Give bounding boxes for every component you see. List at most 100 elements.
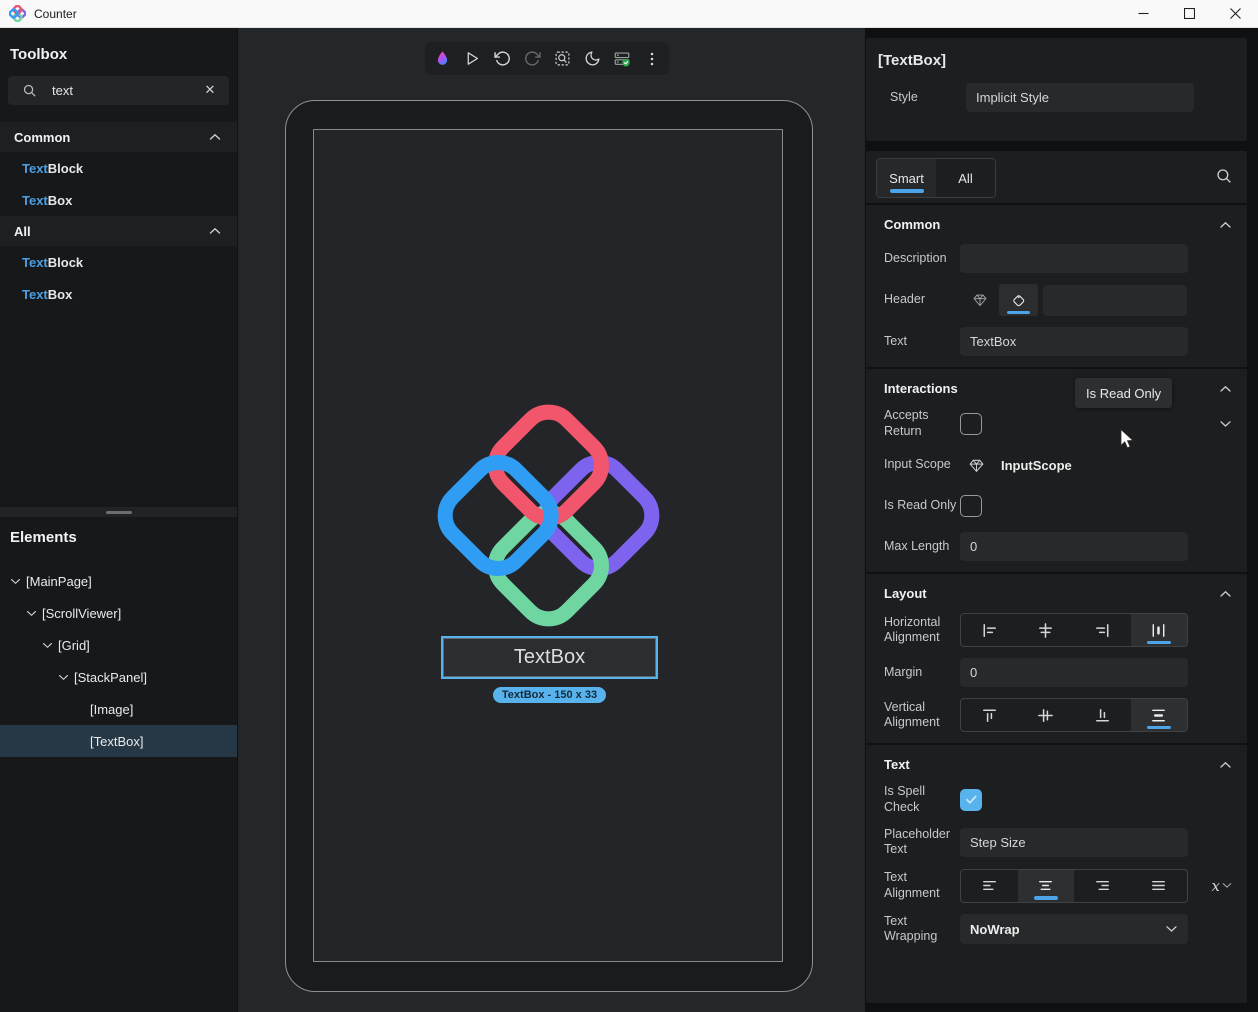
placeholder-text-label: Placeholder Text bbox=[884, 827, 960, 858]
tab-smart[interactable]: Smart bbox=[877, 159, 936, 197]
tree-item-scrollviewer[interactable]: [ScrollViewer] bbox=[0, 597, 237, 629]
window-title: Counter bbox=[34, 7, 77, 21]
properties-search-button[interactable] bbox=[1215, 167, 1233, 185]
panel-splitter[interactable] bbox=[0, 507, 237, 517]
chevron-down-icon[interactable] bbox=[10, 578, 21, 585]
tree-item-mainpage[interactable]: [MainPage] bbox=[0, 565, 237, 597]
toolbox-section-common[interactable]: Common bbox=[0, 122, 237, 152]
stretch-h-button[interactable] bbox=[1131, 614, 1188, 646]
margin-input[interactable] bbox=[960, 658, 1188, 687]
header-binding-toggle[interactable] bbox=[960, 284, 999, 316]
titlebar: Counter bbox=[0, 0, 1258, 28]
clear-icon[interactable]: ✕ bbox=[201, 81, 219, 99]
splitter-handle-icon bbox=[106, 511, 132, 514]
more-menu-icon bbox=[644, 51, 660, 67]
mouse-cursor bbox=[1118, 428, 1136, 450]
align-left-button[interactable] bbox=[961, 614, 1018, 646]
play-button[interactable] bbox=[459, 46, 485, 72]
toolbox-item-textbox-all[interactable]: TextBox bbox=[0, 278, 237, 310]
align-bottom-button[interactable] bbox=[1074, 699, 1131, 731]
inspector-body-card: Smart All Common Descrip bbox=[866, 151, 1247, 1003]
designer-toolbar bbox=[425, 42, 669, 75]
zoom-selection-button[interactable] bbox=[549, 46, 575, 72]
more-menu-button[interactable] bbox=[639, 46, 665, 72]
variable-x-dropdown[interactable]: x bbox=[1212, 877, 1232, 895]
text-align-justify-icon bbox=[1149, 876, 1168, 895]
stretch-v-button[interactable] bbox=[1131, 699, 1188, 731]
chevron-down-icon[interactable] bbox=[42, 642, 53, 649]
section-text-header[interactable]: Text bbox=[866, 757, 1247, 772]
chevron-down-icon[interactable] bbox=[58, 674, 69, 681]
text-input[interactable] bbox=[960, 327, 1188, 356]
toolbox-item-textblock-all[interactable]: TextBlock bbox=[0, 246, 237, 278]
is-spell-check-checkbox[interactable] bbox=[960, 789, 982, 811]
text-align-right-button[interactable] bbox=[1074, 870, 1131, 902]
validation-button[interactable] bbox=[609, 46, 635, 72]
toolbox-section-all[interactable]: All bbox=[0, 216, 237, 246]
undo-button[interactable] bbox=[489, 46, 515, 72]
elements-tree: [MainPage] [ScrollViewer] [Grid] [StackP… bbox=[0, 565, 237, 757]
hot-design-flame-icon bbox=[434, 49, 451, 68]
align-center-h-button[interactable] bbox=[1018, 614, 1075, 646]
toolbox-item-textblock[interactable]: TextBlock bbox=[0, 152, 237, 184]
property-inspector: [TextBox] Style Smart All bbox=[865, 28, 1258, 1012]
description-input[interactable] bbox=[960, 244, 1188, 273]
is-read-only-checkbox[interactable] bbox=[960, 495, 982, 517]
header-label: Header bbox=[884, 292, 960, 308]
text-align-center-button[interactable] bbox=[1018, 870, 1075, 902]
toolbox-list: Common TextBlock TextBox All TextBlock bbox=[0, 122, 237, 310]
chevron-up-icon bbox=[1219, 221, 1232, 229]
chevron-up-icon bbox=[209, 133, 221, 141]
header-input[interactable] bbox=[1043, 285, 1187, 316]
section-interactions-header[interactable]: Interactions bbox=[866, 381, 1247, 396]
text-wrapping-dropdown[interactable]: NoWrap bbox=[960, 914, 1188, 944]
header-tag-toggle[interactable] bbox=[999, 284, 1038, 316]
chevron-down-icon bbox=[1222, 882, 1232, 889]
close-button[interactable] bbox=[1212, 0, 1258, 27]
close-icon bbox=[1230, 8, 1241, 19]
margin-label: Margin bbox=[884, 665, 960, 681]
check-icon bbox=[965, 794, 978, 805]
text-wrapping-label: Text Wrapping bbox=[884, 914, 960, 945]
minimize-button[interactable] bbox=[1120, 0, 1166, 27]
redo-button[interactable] bbox=[519, 46, 545, 72]
stretch-v-icon bbox=[1149, 706, 1168, 725]
chevron-down-icon bbox=[1165, 925, 1178, 933]
align-right-button[interactable] bbox=[1074, 614, 1131, 646]
is-read-only-label: Is Read Only bbox=[884, 498, 960, 514]
align-center-v-button[interactable] bbox=[1018, 699, 1075, 731]
text-alignment-group bbox=[960, 869, 1188, 903]
search-icon bbox=[22, 83, 37, 98]
section-common-header[interactable]: Common bbox=[866, 217, 1247, 232]
accepts-return-checkbox[interactable] bbox=[960, 413, 982, 435]
toolbox-item-textbox[interactable]: TextBox bbox=[0, 184, 237, 216]
text-align-left-button[interactable] bbox=[961, 870, 1018, 902]
input-scope-value[interactable]: InputScope bbox=[1001, 458, 1072, 473]
section-layout-header[interactable]: Layout bbox=[866, 586, 1247, 601]
device-frame: TextBox TextBox - 150 x 33 bbox=[285, 100, 813, 992]
selected-textbox-element[interactable]: TextBox bbox=[441, 636, 658, 679]
tab-all[interactable]: All bbox=[936, 159, 995, 197]
maximize-button[interactable] bbox=[1166, 0, 1212, 27]
tree-item-stackpanel[interactable]: [StackPanel] bbox=[0, 661, 237, 693]
tree-item-image[interactable]: [Image] bbox=[0, 693, 237, 725]
tree-item-textbox[interactable]: [TextBox] bbox=[0, 725, 237, 757]
toolbox-title: Toolbox bbox=[10, 46, 237, 68]
align-top-button[interactable] bbox=[961, 699, 1018, 731]
text-align-justify-button[interactable] bbox=[1131, 870, 1188, 902]
text-alignment-label: Text Alignment bbox=[884, 870, 960, 901]
tag-icon bbox=[1010, 292, 1027, 309]
text-label: Text bbox=[884, 334, 960, 350]
tree-item-grid[interactable]: [Grid] bbox=[0, 629, 237, 661]
hot-design-flame-button[interactable] bbox=[429, 46, 455, 72]
binding-gem-icon[interactable] bbox=[968, 457, 985, 474]
chevron-down-icon[interactable] bbox=[26, 610, 37, 617]
dark-mode-button[interactable] bbox=[579, 46, 605, 72]
app-logo-image[interactable] bbox=[436, 403, 661, 628]
is-read-only-tooltip: Is Read Only bbox=[1075, 378, 1172, 408]
style-input[interactable] bbox=[966, 83, 1194, 112]
textbox-content: TextBox bbox=[514, 646, 585, 669]
placeholder-text-input[interactable] bbox=[960, 828, 1188, 857]
max-length-input[interactable] bbox=[960, 532, 1188, 561]
row-expander[interactable] bbox=[1219, 420, 1232, 428]
